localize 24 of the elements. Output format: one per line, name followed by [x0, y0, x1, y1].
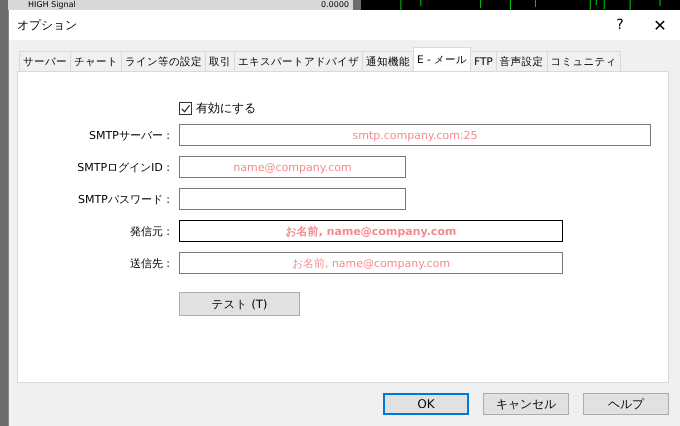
- checkbox-label: 有効にする: [196, 100, 256, 116]
- list-row-name: HIGH Signal: [28, 0, 76, 10]
- test-button[interactable]: テスト (T): [179, 292, 300, 316]
- input-field[interactable]: お名前, name@company.com: [179, 220, 563, 242]
- checkbox[interactable]: [179, 102, 192, 114]
- help-button[interactable]: ?: [600, 10, 640, 40]
- field-label: SMTPパスワード :: [76, 192, 171, 206]
- tab[interactable]: E - メール: [413, 47, 472, 71]
- tab[interactable]: コミュニティ: [546, 51, 621, 71]
- field-label: SMTPログインID :: [76, 160, 171, 174]
- tab[interactable]: サーバー: [19, 51, 71, 71]
- input-field[interactable]: [179, 188, 406, 210]
- list-row-value: 0.0000: [321, 0, 349, 10]
- dialog-button[interactable]: ヘルプ: [583, 393, 669, 415]
- window-title: オプション: [17, 16, 78, 34]
- input-field[interactable]: お名前, name@company.com: [179, 252, 563, 274]
- input-field[interactable]: name@company.com: [179, 156, 406, 178]
- dialog-button[interactable]: OK: [383, 393, 469, 415]
- input-field[interactable]: smtp.company.com:25: [179, 124, 651, 146]
- field-label: 送信先 :: [128, 256, 171, 270]
- dialog-button[interactable]: キャンセル: [483, 393, 569, 415]
- field-label: SMTPサーバー :: [88, 128, 171, 142]
- close-button[interactable]: ✕: [640, 10, 680, 40]
- field-label: 発信元 :: [128, 224, 171, 238]
